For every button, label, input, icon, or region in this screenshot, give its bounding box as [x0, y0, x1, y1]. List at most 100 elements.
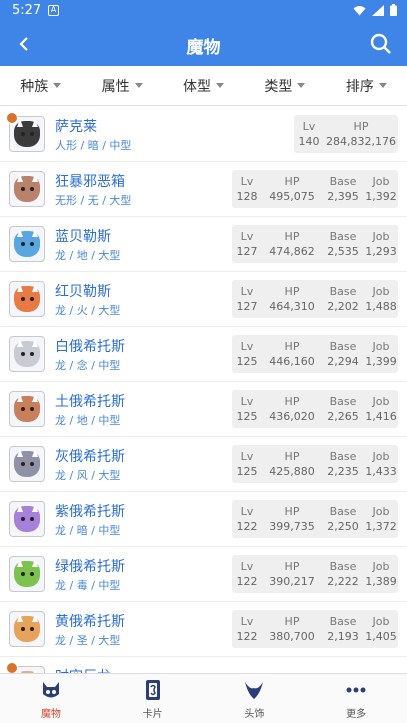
stat-value: 464,310: [269, 299, 315, 313]
stat-lv: Lv 127: [232, 280, 262, 318]
monster-row[interactable]: 红贝勒斯龙 / 火 / 大型 Lv 127 HP 464,310 Base 2,202 Job…: [0, 272, 407, 327]
horn-shape: [17, 504, 23, 512]
stat-value: 127: [236, 299, 258, 313]
monster-name: 红贝勒斯: [55, 284, 111, 300]
monster-row[interactable]: 白俄希托斯龙 / 念 / 中型 Lv 125 HP 446,160 Base 2,294 Jo…: [0, 327, 407, 382]
monster-meta: 龙 / 毒 / 中型: [55, 579, 121, 592]
monster-row[interactable]: 狂暴邪恶箱 无形 / 无 / 大型 Lv 128 HP 495,075 Base 2,395 J…: [0, 162, 407, 217]
stat-label: HP: [284, 339, 300, 353]
monster-row[interactable]: 蓝贝勒斯龙 / 地 / 大型 Lv 127 HP 474,862 Base 2,535 Job…: [0, 217, 407, 272]
status-time: 5:27: [12, 3, 42, 18]
stat-job: Job 1,399: [364, 335, 398, 373]
stat-label: Job: [372, 559, 390, 573]
monster-stats: Lv 127 HP 464,310 Base 2,202 Job 1,488: [232, 280, 398, 318]
monster-name: 白俄希托斯: [55, 339, 125, 355]
stat-hp: HP 425,880: [262, 445, 322, 483]
stat-label: HP: [284, 284, 300, 298]
stat-label: Job: [372, 284, 390, 298]
stat-value: 122: [236, 629, 258, 643]
filter-size[interactable]: 体型: [163, 66, 244, 105]
monster-row[interactable]: 土俄希托斯龙 / 地 / 中型 Lv 125 HP 436,020 Base 2,265 Jo…: [0, 382, 407, 437]
caret-down-icon: [216, 83, 225, 88]
filter-label: 排序: [345, 78, 374, 95]
filter-element[interactable]: 属性: [81, 66, 162, 105]
horn-shape: [17, 339, 23, 347]
eye-shape: [21, 462, 25, 466]
tab-headgear[interactable]: 头饰: [204, 674, 306, 723]
stat-lv: Lv 122: [232, 500, 262, 538]
stat-base: Base 2,395: [322, 170, 364, 208]
stat-label: Lv: [302, 119, 316, 133]
stat-value: 128: [236, 189, 258, 203]
stat-value: 122: [236, 519, 258, 533]
stat-base: Base 2,235: [322, 445, 364, 483]
stat-label: Lv: [240, 614, 254, 628]
stat-lv: Lv 140: [294, 115, 324, 153]
horn-shape: [17, 119, 23, 127]
stat-value: 1,433: [365, 464, 397, 478]
stat-label: HP: [284, 559, 300, 573]
stat-hp: HP 446,160: [262, 335, 322, 373]
stat-hp: HP 380,700: [262, 610, 322, 648]
search-icon: [370, 33, 391, 54]
monster-row[interactable]: 灰俄希托斯龙 / 风 / 大型 Lv 125 HP 425,880 Base 2,235 Jo…: [0, 437, 407, 492]
monster-row[interactable]: 黄俄希托斯龙 / 圣 / 大型 Lv 122 HP 380,700 Base 2,193 Jo…: [0, 602, 407, 657]
stat-job: Job 1,416: [364, 390, 398, 428]
monster-name: 时空巨龙: [55, 666, 111, 673]
stat-value: 2,265: [327, 409, 359, 423]
monster-row[interactable]: 时空巨龙: [0, 657, 407, 673]
monster-avatar: [9, 281, 45, 317]
stat-hp: HP 474,862: [262, 225, 322, 263]
app-bar: 魔物: [0, 22, 407, 66]
stat-value: 127: [236, 244, 258, 258]
battery-icon: [390, 4, 397, 16]
monster-name: 萨克莱: [55, 119, 97, 135]
stat-base: Base 2,535: [322, 225, 364, 263]
status-bar: 5:27 A: [0, 0, 407, 22]
monster-row[interactable]: 萨克莱 人形 / 暗 / 中型 Lv 140 HP 284,832,176: [0, 107, 407, 162]
stat-value: 125: [236, 409, 258, 423]
stat-base: Base 2,250: [322, 500, 364, 538]
stat-label: Base: [329, 449, 357, 463]
stat-label: Base: [329, 559, 357, 573]
stat-value: 284,832,176: [326, 134, 396, 148]
stat-value: 125: [236, 464, 258, 478]
filter-label: 体型: [183, 78, 212, 95]
stat-label: HP: [284, 614, 300, 628]
tab-more[interactable]: 更多: [305, 674, 407, 723]
monster-stats: Lv 122 HP 399,735 Base 2,250 Job 1,372: [232, 500, 398, 538]
stat-hp: HP 436,020: [262, 390, 322, 428]
stat-value: 1,389: [365, 574, 397, 588]
stat-label: Job: [372, 614, 390, 628]
monster-meta: 龙 / 念 / 中型: [55, 359, 121, 372]
filter-race[interactable]: 种族: [0, 66, 81, 105]
filter-type[interactable]: 类型: [244, 66, 325, 105]
horn-shape: [32, 174, 38, 182]
tab-cards[interactable]: 卡片: [102, 674, 204, 723]
stat-value: 1,399: [365, 354, 397, 368]
stat-label: HP: [284, 394, 300, 408]
monster-meta: 龙 / 火 / 大型: [55, 304, 121, 317]
stat-hp: HP 399,735: [262, 500, 322, 538]
eye-shape: [30, 627, 34, 631]
horn-shape: [17, 614, 23, 622]
monster-row[interactable]: 紫俄希托斯龙 / 暗 / 中型 Lv 122 HP 399,735 Base 2,250 Jo…: [0, 492, 407, 547]
stat-label: Lv: [240, 504, 254, 518]
eye-shape: [30, 352, 34, 356]
tab-label: 更多: [346, 709, 367, 720]
caret-down-icon: [378, 83, 387, 88]
search-button[interactable]: [365, 28, 397, 60]
stat-job: Job 1,392: [364, 170, 398, 208]
eye-shape: [30, 297, 34, 301]
stat-label: Lv: [240, 394, 254, 408]
monster-avatar: [9, 501, 45, 537]
horn-shape: [32, 394, 38, 402]
filter-sort[interactable]: 排序: [326, 66, 407, 105]
tab-monsters[interactable]: 魔物: [0, 674, 102, 723]
monster-avatar: [9, 556, 45, 592]
monster-row[interactable]: 绿俄希托斯龙 / 毒 / 中型 Lv 122 HP 390,217 Base 2,222 Jo…: [0, 547, 407, 602]
stat-hp: HP 495,075: [262, 170, 322, 208]
stat-label: HP: [284, 174, 300, 188]
monster-stats: Lv 125 HP 436,020 Base 2,265 Job 1,416: [232, 390, 398, 428]
stat-job: Job 1,433: [364, 445, 398, 483]
